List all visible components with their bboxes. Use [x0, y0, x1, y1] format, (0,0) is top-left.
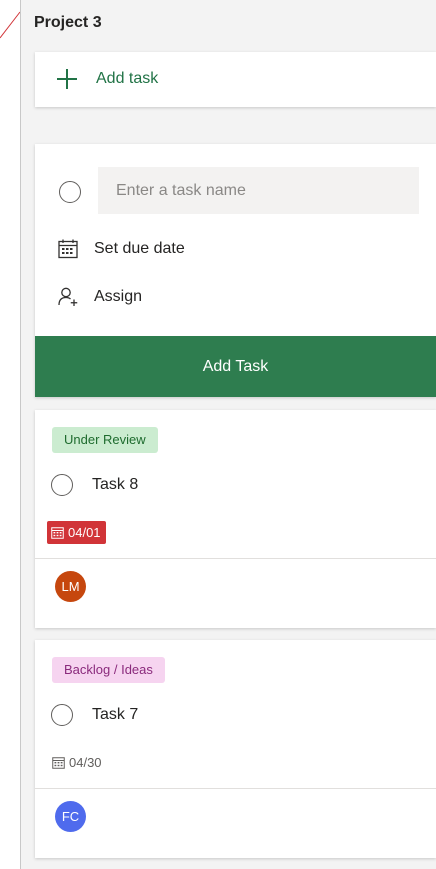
card-divider [35, 788, 436, 789]
bucket-title[interactable]: Project 3 [34, 14, 102, 32]
card-divider [35, 558, 436, 559]
assignee-avatar[interactable]: FC [55, 801, 86, 832]
task-label-chip: Backlog / Ideas [52, 657, 165, 683]
due-date-text: 04/30 [69, 755, 102, 770]
bucket-column: Project 3 Add task Set due date [21, 0, 436, 869]
task-label-chip: Under Review [52, 427, 158, 453]
task-card[interactable]: Under Review Task 8 04/01 LM [35, 410, 436, 628]
plus-icon [57, 69, 77, 89]
task-title: Task 8 [92, 476, 139, 493]
calendar-icon [52, 757, 65, 769]
new-task-form: Set due date Assign Add Task [35, 144, 436, 397]
assign-label: Assign [94, 288, 143, 305]
calendar-icon [51, 527, 64, 539]
assignee-avatar[interactable]: LM [55, 571, 86, 602]
complete-circle-icon[interactable] [51, 474, 73, 496]
assign-button[interactable]: Assign [57, 286, 142, 308]
task-title: Task 7 [92, 706, 139, 723]
task-card[interactable]: Backlog / Ideas Task 7 04/30 FC [35, 640, 436, 858]
add-person-icon [58, 287, 78, 306]
due-date-badge: 04/30 [47, 751, 107, 774]
due-date-text: 04/01 [68, 525, 101, 540]
calendar-icon [58, 239, 78, 259]
due-date-badge: 04/01 [47, 521, 106, 544]
adjacent-column-edge [0, 0, 21, 869]
set-due-date-button[interactable]: Set due date [57, 238, 185, 260]
add-task-submit-button[interactable]: Add Task [35, 336, 436, 397]
complete-circle-icon[interactable] [51, 704, 73, 726]
add-task-link[interactable]: Add task [35, 52, 436, 107]
set-due-date-label: Set due date [94, 240, 185, 257]
complete-circle-icon[interactable] [59, 181, 81, 203]
task-name-input[interactable] [98, 167, 419, 214]
column-corner-line [0, 11, 21, 39]
add-task-link-label: Add task [96, 70, 159, 87]
